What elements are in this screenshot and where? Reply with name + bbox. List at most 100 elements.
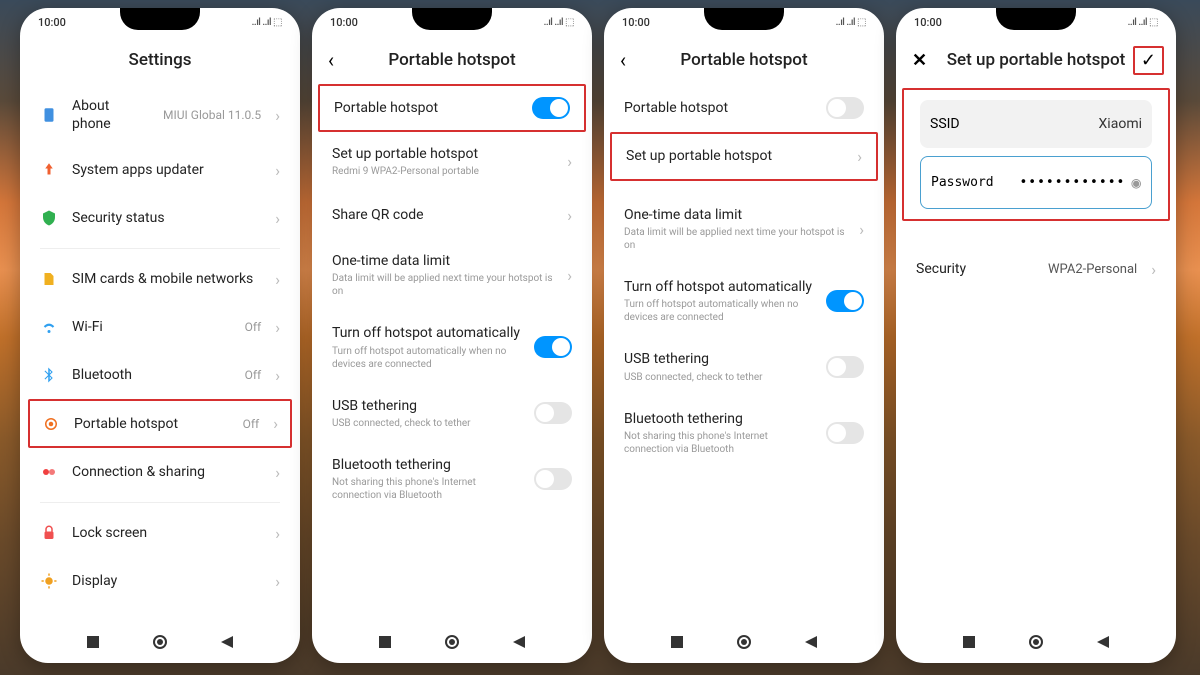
row-sound-vibration[interactable]: Sound & vibration › xyxy=(20,605,300,621)
chevron-right-icon: › xyxy=(567,206,572,225)
nav-recent-button[interactable] xyxy=(86,635,100,649)
sound-icon xyxy=(40,620,58,621)
row-label: Turn off hotspot automatically xyxy=(624,278,812,296)
row-auto-off[interactable]: Turn off hotspot automatically Turn off … xyxy=(312,311,592,383)
row-display[interactable]: Display › xyxy=(20,557,300,605)
row-about-phone[interactable]: About phone MIUI Global 11.0.5 › xyxy=(20,84,300,146)
nav-back-button[interactable] xyxy=(512,635,526,649)
hotspot-content[interactable]: Portable hotspot Set up portable hotspot… xyxy=(312,84,592,621)
row-label: Portable hotspot xyxy=(334,99,518,117)
row-portable-hotspot-toggle[interactable]: Portable hotspot xyxy=(604,84,884,132)
row-value: Off xyxy=(245,368,262,382)
nav-home-button[interactable] xyxy=(445,635,459,649)
hotspot-content[interactable]: Portable hotspot Set up portable hotspot… xyxy=(604,84,884,621)
chevron-right-icon: › xyxy=(1151,260,1156,279)
row-security[interactable]: Security WPA2-Personal › xyxy=(896,245,1176,293)
row-label: Security xyxy=(916,260,1034,278)
settings-content[interactable]: About phone MIUI Global 11.0.5 › System … xyxy=(20,84,300,621)
navigation-bar xyxy=(896,621,1176,663)
clock: 10:00 xyxy=(38,16,66,29)
chevron-right-icon: › xyxy=(273,414,278,433)
chevron-right-icon: › xyxy=(275,366,280,385)
row-label: SIM cards & mobile networks xyxy=(72,270,261,288)
back-button[interactable]: ‹ xyxy=(620,48,626,72)
nav-home-button[interactable] xyxy=(153,635,167,649)
setup-content[interactable]: SSID Xiaomi Password •••••••••••• ◉ Secu… xyxy=(896,84,1176,621)
row-portable-hotspot[interactable]: Portable hotspot Off › xyxy=(28,399,292,448)
row-label: System apps updater xyxy=(72,161,261,179)
confirm-button[interactable]: ✓ xyxy=(1133,46,1164,75)
notch xyxy=(704,8,784,30)
eye-icon[interactable]: ◉ xyxy=(1131,173,1141,192)
phone-screen-setup-hotspot: 10:00 ..ıl ..ıl ⬚ ✕ Set up portable hots… xyxy=(896,8,1176,663)
row-label: One-time data limit xyxy=(624,206,845,224)
row-setup-hotspot[interactable]: Set up portable hotspot Redmi 9 WPA2-Per… xyxy=(312,132,592,191)
clock: 10:00 xyxy=(330,16,358,29)
bt-toggle[interactable] xyxy=(826,422,864,444)
shield-icon xyxy=(40,209,58,227)
row-label: Portable hotspot xyxy=(624,99,812,117)
row-subtitle: Data limit will be applied next time you… xyxy=(624,226,845,252)
bluetooth-icon xyxy=(40,366,58,384)
hotspot-toggle[interactable] xyxy=(826,97,864,119)
chevron-right-icon: › xyxy=(275,318,280,337)
row-subtitle: Not sharing this phone's Internet connec… xyxy=(332,476,520,502)
auto-off-toggle[interactable] xyxy=(826,290,864,312)
page-title: Portable hotspot xyxy=(388,50,515,70)
row-label: Connection & sharing xyxy=(72,463,261,481)
chevron-right-icon: › xyxy=(275,620,280,621)
nav-back-button[interactable] xyxy=(1096,635,1110,649)
row-label: USB tethering xyxy=(624,350,812,368)
usb-toggle[interactable] xyxy=(534,402,572,424)
wifi-icon xyxy=(40,318,58,336)
auto-off-toggle[interactable] xyxy=(534,336,572,358)
row-label: Bluetooth tethering xyxy=(624,410,812,428)
phone-screen-hotspot-off: 10:00 ..ıl ..ıl ⬚ ‹ Portable hotspot Por… xyxy=(604,8,884,663)
row-subtitle: Redmi 9 WPA2-Personal portable xyxy=(332,165,553,178)
close-button[interactable]: ✕ xyxy=(912,50,927,71)
row-setup-hotspot[interactable]: Set up portable hotspot › xyxy=(610,132,878,181)
row-usb-tethering[interactable]: USB tethering USB connected, check to te… xyxy=(312,384,592,443)
row-subtitle: Not sharing this phone's Internet connec… xyxy=(624,430,812,456)
ssid-field[interactable]: SSID Xiaomi xyxy=(920,100,1152,148)
row-data-limit[interactable]: One-time data limit Data limit will be a… xyxy=(604,193,884,265)
updater-icon xyxy=(40,161,58,179)
page-title: Portable hotspot xyxy=(680,50,807,70)
row-bt-tethering[interactable]: Bluetooth tethering Not sharing this pho… xyxy=(312,443,592,515)
nav-home-button[interactable] xyxy=(1029,635,1043,649)
nav-recent-button[interactable] xyxy=(378,635,392,649)
row-data-limit[interactable]: One-time data limit Data limit will be a… xyxy=(312,239,592,311)
navigation-bar xyxy=(20,621,300,663)
row-connection-sharing[interactable]: Connection & sharing › xyxy=(20,448,300,496)
nav-back-button[interactable] xyxy=(220,635,234,649)
row-portable-hotspot-toggle[interactable]: Portable hotspot xyxy=(318,84,586,132)
usb-toggle[interactable] xyxy=(826,356,864,378)
nav-recent-button[interactable] xyxy=(670,635,684,649)
row-bluetooth[interactable]: Bluetooth Off › xyxy=(20,351,300,399)
row-sim-cards[interactable]: SIM cards & mobile networks › xyxy=(20,255,300,303)
hotspot-toggle[interactable] xyxy=(532,97,570,119)
password-field[interactable]: Password •••••••••••• ◉ xyxy=(920,156,1152,209)
row-label: Bluetooth tethering xyxy=(332,456,520,474)
nav-back-button[interactable] xyxy=(804,635,818,649)
page-title: Settings xyxy=(129,50,192,70)
row-subtitle: USB connected, check to tether xyxy=(332,417,520,430)
row-label: Wi-Fi xyxy=(72,318,231,336)
row-wifi[interactable]: Wi-Fi Off › xyxy=(20,303,300,351)
row-security-status[interactable]: Security status › xyxy=(20,194,300,242)
nav-recent-button[interactable] xyxy=(962,635,976,649)
row-label: Share QR code xyxy=(332,206,553,224)
nav-home-button[interactable] xyxy=(737,635,751,649)
row-label: Lock screen xyxy=(72,524,261,542)
row-label: USB tethering xyxy=(332,397,520,415)
chevron-right-icon: › xyxy=(275,524,280,543)
back-button[interactable]: ‹ xyxy=(328,48,334,72)
row-auto-off[interactable]: Turn off hotspot automatically Turn off … xyxy=(604,265,884,337)
row-usb-tethering[interactable]: USB tethering USB connected, check to te… xyxy=(604,337,884,396)
row-bt-tethering[interactable]: Bluetooth tethering Not sharing this pho… xyxy=(604,397,884,469)
row-value: Off xyxy=(245,320,262,334)
row-lock-screen[interactable]: Lock screen › xyxy=(20,509,300,557)
row-share-qr[interactable]: Share QR code › xyxy=(312,191,592,239)
row-system-updater[interactable]: System apps updater › xyxy=(20,146,300,194)
bt-toggle[interactable] xyxy=(534,468,572,490)
